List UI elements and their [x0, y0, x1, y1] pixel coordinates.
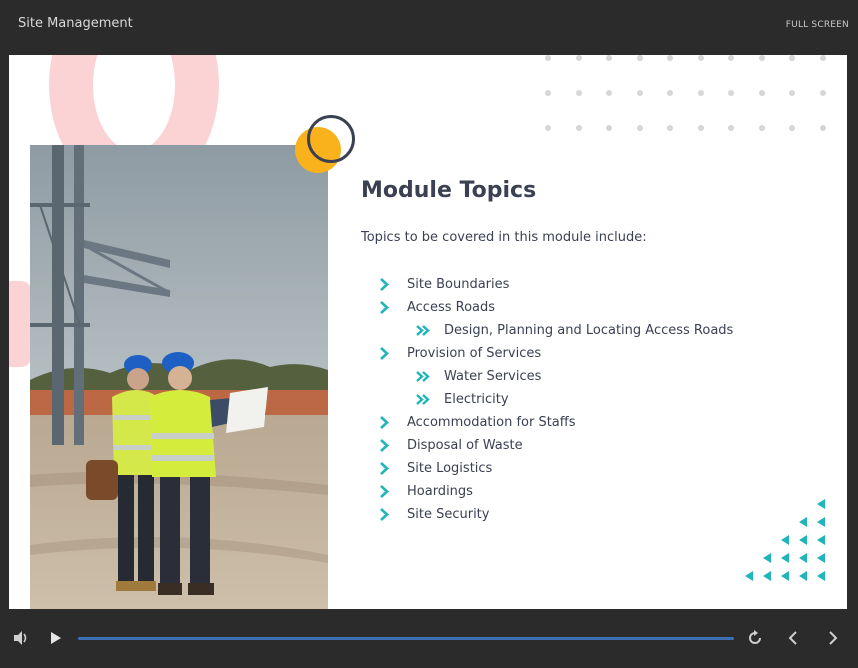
decorative-triangle: [817, 535, 825, 545]
topic-label: Site Security: [407, 507, 490, 522]
decorative-dot: [758, 55, 765, 61]
topic-label: Provision of Services: [407, 346, 542, 361]
decorative-dot: [758, 90, 765, 96]
topic-label: Site Logistics: [407, 461, 493, 476]
decorative-dot: [636, 55, 643, 61]
decorative-triangle: [799, 571, 807, 581]
decorative-dot: [667, 55, 673, 61]
decorative-triangle: [817, 517, 825, 527]
top-bar: Site Management FULL SCREEN: [0, 0, 858, 54]
decorative-dot: [697, 125, 704, 131]
topic-label: Accommodation for Staffs: [407, 415, 576, 430]
list-item: Site Logistics: [377, 460, 837, 483]
volume-icon[interactable]: [12, 630, 30, 650]
decorative-dot: [636, 125, 643, 131]
decorative-triangle: [763, 553, 771, 563]
decorative-triangle: [817, 499, 825, 509]
double-chevron-right-icon: [415, 322, 430, 339]
chevron-right-icon: [377, 506, 391, 523]
decorative-dot: [728, 55, 734, 61]
decorative-dot: [728, 125, 734, 131]
decorative-dot: [575, 90, 582, 96]
topic-label: Design, Planning and Locating Access Roa…: [444, 323, 734, 338]
decorative-dot: [545, 55, 551, 61]
decorative-dot: [667, 125, 673, 131]
list-item: Site Boundaries: [377, 276, 837, 299]
decorative-dot: [758, 125, 765, 131]
decorative-triangle: [817, 553, 825, 563]
decorative-dot-grid: [545, 55, 845, 135]
decorative-dot: [575, 55, 582, 61]
list-item: Water Services: [377, 368, 837, 391]
full-screen-button[interactable]: FULL SCREEN: [786, 20, 849, 30]
chevron-right-icon: [377, 414, 391, 431]
decorative-ring: [307, 115, 355, 163]
chevron-right-icon: [377, 276, 391, 293]
player-control-bar: [0, 612, 858, 668]
decorative-dot: [545, 90, 551, 96]
list-item: Disposal of Waste: [377, 437, 837, 460]
construction-workers-photo: [30, 145, 328, 609]
decorative-dot: [606, 125, 612, 131]
decorative-triangle: [781, 535, 789, 545]
double-chevron-right-icon: [415, 368, 430, 385]
topic-list: Site Boundaries Access Roads Design, Pla…: [377, 276, 837, 529]
decorative-triangle: [799, 553, 807, 563]
replay-icon[interactable]: [747, 630, 763, 650]
progress-bar[interactable]: [78, 637, 734, 640]
decorative-dot: [819, 55, 826, 61]
topic-label: Water Services: [444, 369, 542, 384]
chevron-right-icon: [377, 299, 391, 316]
list-item: Electricity: [377, 391, 837, 414]
decorative-dot: [606, 55, 612, 61]
decorative-triangle: [781, 553, 789, 563]
decorative-dot: [636, 90, 643, 96]
app-title: Site Management: [18, 16, 133, 31]
topic-label: Electricity: [444, 392, 509, 407]
double-chevron-right-icon: [415, 391, 430, 408]
next-icon[interactable]: [826, 630, 840, 650]
decorative-triangle: [817, 571, 825, 581]
decorative-dot: [789, 55, 795, 61]
decorative-triangle: [745, 571, 753, 581]
decorative-dot: [819, 125, 826, 131]
list-item: Provision of Services: [377, 345, 837, 368]
slide-intro-text: Topics to be covered in this module incl…: [361, 230, 647, 245]
decorative-dot: [789, 90, 795, 96]
decorative-dot: [789, 125, 795, 131]
decorative-dot: [667, 90, 673, 96]
decorative-dot: [606, 90, 612, 96]
decorative-dot: [819, 90, 826, 96]
chevron-right-icon: [377, 345, 391, 362]
list-item: Access Roads: [377, 299, 837, 322]
topic-label: Site Boundaries: [407, 277, 510, 292]
play-icon[interactable]: [49, 630, 63, 650]
list-item: Design, Planning and Locating Access Roa…: [377, 322, 837, 345]
decorative-dot: [697, 90, 704, 96]
topic-label: Access Roads: [407, 300, 496, 315]
slide-heading: Module Topics: [361, 178, 537, 203]
chevron-right-icon: [377, 437, 391, 454]
chevron-right-icon: [377, 483, 391, 500]
list-item: Accommodation for Staffs: [377, 414, 837, 437]
decorative-pink-shape: [9, 281, 31, 367]
topic-label: Hoardings: [407, 484, 473, 499]
decorative-dot: [575, 125, 582, 131]
decorative-triangle: [799, 535, 807, 545]
decorative-dot: [545, 125, 551, 131]
chevron-right-icon: [377, 460, 391, 477]
decorative-triangle: [781, 571, 789, 581]
decorative-triangle: [763, 571, 771, 581]
decorative-dot: [697, 55, 704, 61]
topic-label: Disposal of Waste: [407, 438, 523, 453]
decorative-dot: [728, 90, 734, 96]
slide: Module Topics Topics to be covered in th…: [9, 55, 847, 609]
decorative-triangle-pattern: [739, 499, 829, 589]
previous-icon[interactable]: [786, 630, 800, 650]
decorative-triangle: [799, 517, 807, 527]
